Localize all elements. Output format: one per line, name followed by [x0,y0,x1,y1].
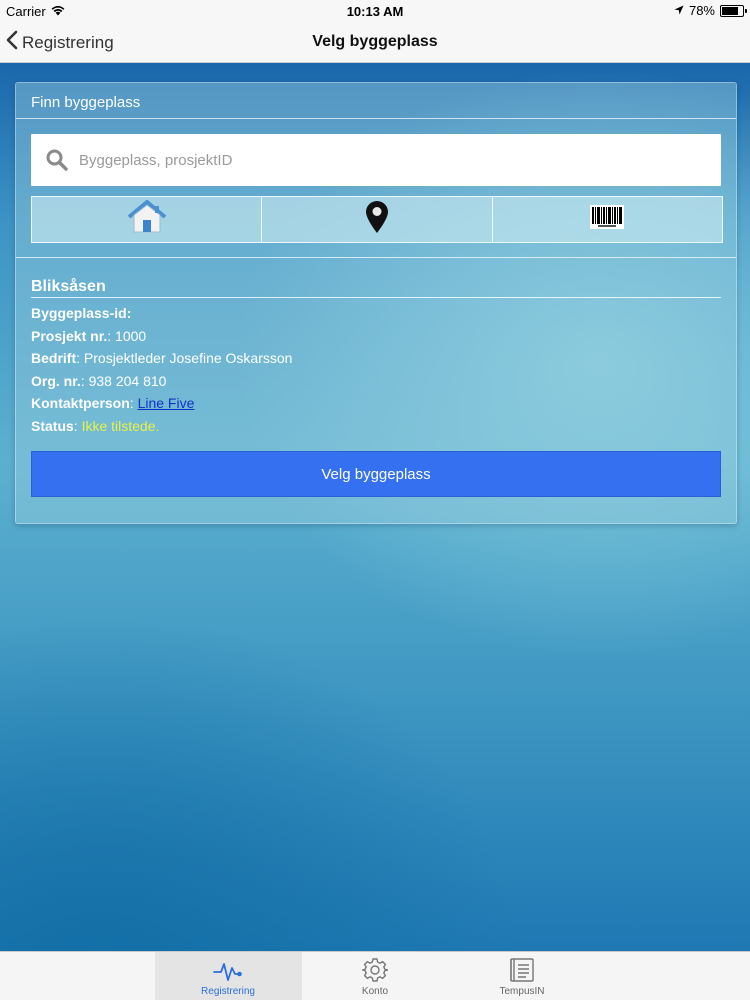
site-details: Byggeplass-id: Prosjekt nr.: 1000 Bedrif… [31,302,292,437]
org-value: 938 204 810 [88,372,167,389]
status-label: Status [31,417,74,434]
segment-home[interactable] [32,197,261,242]
status-bar: Carrier 10:13 AM 78% [0,0,750,22]
battery-icon [720,4,747,17]
gear-icon [362,957,388,983]
panel-section-divider [16,257,736,258]
org-label: Org. nr. [31,372,81,389]
home-icon [126,200,168,239]
tab-bar: Registrering Konto TempusIN [0,951,750,1000]
status-value: Ikke tilstede. [81,417,160,434]
detail-status: Status: Ikke tilstede. [31,417,160,434]
page-title: Velg byggeplass [312,33,438,50]
tab-tempusin-label: TempusIN [499,986,545,997]
segment-location[interactable] [261,197,491,242]
detail-company: Bedrift: Prosjektleder Josefine Oskarsso… [31,350,293,366]
activity-pulse-icon [213,959,243,983]
barcode-icon [590,205,625,234]
company-value: Prosjektleder Josefine Oskarsson [83,350,293,366]
contact-label: Kontaktperson [31,395,130,411]
status-bar-right: 78% [674,3,747,18]
segment-barcode[interactable] [491,197,722,242]
tab-registrering[interactable]: Registrering [154,952,302,1000]
site-id-label: Byggeplass-id [31,305,127,321]
search-input[interactable] [77,150,681,170]
location-pin-icon [364,200,390,239]
clock: 10:13 AM [346,4,404,19]
tab-konto-label: Konto [361,986,389,997]
company-label: Bedrift [31,350,77,366]
panel-header-divider [16,118,736,119]
find-site-panel: Finn byggeplass Byggeplass, prosjektID B… [15,82,737,524]
tab-tempusin[interactable]: TempusIN [449,952,596,1000]
detail-contact: Kontaktperson: Line Five [31,395,195,411]
detail-project: Prosjekt nr.: 1000 [31,327,147,344]
contact-link[interactable]: Line Five [138,395,195,411]
tab-konto[interactable]: Konto [302,952,449,1000]
tab-registrering-label: Registrering [201,986,255,997]
project-value: 1000 [115,327,147,344]
select-site-button[interactable]: Velg byggeplass [31,451,721,497]
search-icon [45,148,69,172]
project-label: Prosjekt nr. [31,327,108,344]
panel-title: Finn byggeplass [31,94,141,111]
navigation-bar: Registrering Velg byggeplass [0,22,750,63]
search-mode-segments [31,196,723,243]
detail-org: Org. nr.: 938 204 810 [31,372,167,389]
location-arrow-icon [674,3,684,18]
detail-site-id: Byggeplass-id: [31,305,132,321]
site-name-underline [31,297,721,298]
document-icon [509,957,535,983]
battery-percent: 78% [688,3,715,18]
site-name: Bliksåsen [31,278,106,295]
search-field[interactable] [31,134,721,186]
battery-fill [722,6,738,15]
